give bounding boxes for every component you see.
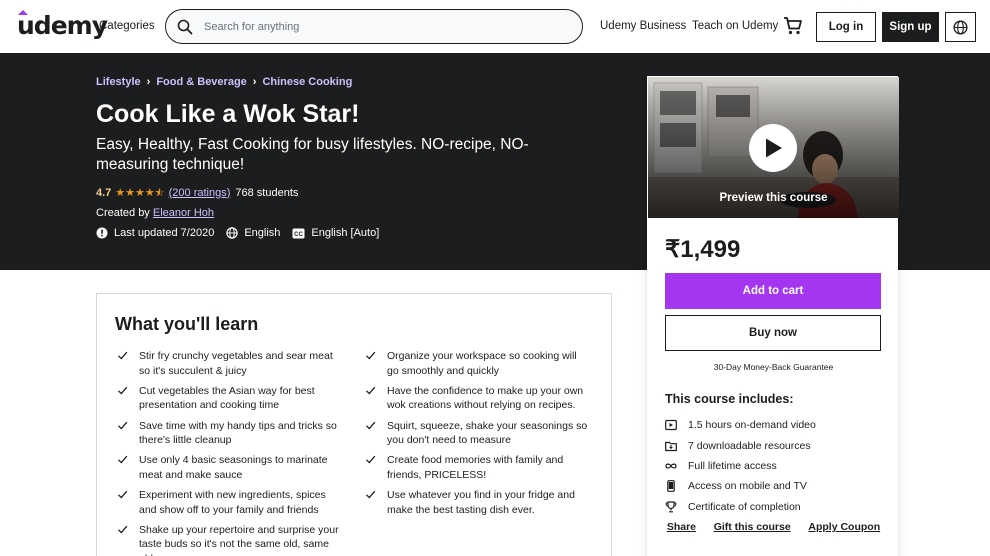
learn-item: Cut vegetables the Asian way for best pr… xyxy=(115,384,341,419)
udemy-logo[interactable]: udemy xyxy=(17,10,108,40)
check-icon xyxy=(118,421,128,430)
learn-list-right: Organize your workspace so cooking will … xyxy=(363,349,589,523)
includes-item: Certificate of completion xyxy=(665,497,816,517)
includes-item: Access on mobile and TV xyxy=(665,476,816,496)
add-to-cart-button[interactable]: Add to cart xyxy=(665,273,881,309)
search-bar[interactable] xyxy=(165,9,583,44)
logo-text: udemy xyxy=(17,11,108,40)
check-icon xyxy=(366,456,376,464)
check-icon xyxy=(366,490,376,499)
captions-info: CC English [Auto] xyxy=(292,227,379,239)
trophy-icon xyxy=(665,501,677,513)
check-icon xyxy=(118,386,128,395)
learn-item: Use whatever you find in your fridge and… xyxy=(363,488,589,523)
alert-badge-icon xyxy=(96,227,108,239)
learn-item: Have the confidence to make up your own … xyxy=(363,384,589,419)
play-button[interactable] xyxy=(749,124,797,172)
search-icon[interactable] xyxy=(177,19,193,35)
includes-item: 7 downloadable resources xyxy=(665,435,816,455)
includes-item: Full lifetime access xyxy=(665,456,816,476)
last-updated: Last updated 7/2020 xyxy=(96,227,214,239)
buy-now-button[interactable]: Buy now xyxy=(665,315,881,351)
check-icon xyxy=(366,386,376,395)
learn-item: Organize your workspace so cooking will … xyxy=(363,349,589,384)
udemy-business-link[interactable]: Udemy Business xyxy=(600,20,686,32)
students-count: 768 students xyxy=(235,186,299,199)
breadcrumb: Lifestyle › Food & Beverage › Chinese Co… xyxy=(96,76,352,88)
login-button[interactable]: Log in xyxy=(816,12,876,42)
check-icon xyxy=(118,525,128,534)
created-by-label: Created by xyxy=(96,207,150,219)
gift-course-link[interactable]: Gift this course xyxy=(714,521,791,533)
check-icon xyxy=(118,351,128,360)
learn-item: Create food memories with family and fri… xyxy=(363,453,589,488)
check-icon xyxy=(118,456,128,464)
includes-heading: This course includes: xyxy=(665,392,794,406)
course-meta: Last updated 7/2020 English CC English [… xyxy=(96,227,391,239)
apply-coupon-link[interactable]: Apply Coupon xyxy=(808,521,880,533)
includes-item: 1.5 hours on-demand video xyxy=(665,415,816,435)
what-youll-learn-box: What you'll learn Stir fry crunchy veget… xyxy=(96,293,612,556)
globe-icon xyxy=(226,227,239,239)
infinity-icon xyxy=(665,463,677,469)
course-price: ₹1,499 xyxy=(665,236,741,263)
closed-captions-icon: CC xyxy=(292,228,305,238)
check-icon xyxy=(366,351,376,360)
breadcrumb-chinese-cooking[interactable]: Chinese Cooking xyxy=(262,76,352,88)
share-link[interactable]: Share xyxy=(667,521,696,533)
breadcrumb-lifestyle[interactable]: Lifestyle xyxy=(96,76,141,88)
learn-list-left: Stir fry crunchy vegetables and sear mea… xyxy=(115,349,341,556)
breadcrumb-food-beverage[interactable]: Food & Beverage xyxy=(156,76,246,88)
learn-item: Save time with my handy tips and tricks … xyxy=(115,419,341,454)
preview-label: Preview this course xyxy=(719,192,828,204)
course-preview-video[interactable]: Preview this course xyxy=(648,77,899,218)
teach-on-udemy-link[interactable]: Teach on Udemy xyxy=(692,20,778,32)
learn-item: Squirt, squeeze, shake your seasonings s… xyxy=(363,419,589,454)
rating-row: 4.7 ★★★★☆★ (200 ratings) 768 students xyxy=(96,186,299,200)
mobile-icon xyxy=(667,480,675,493)
course-subtitle: Easy, Healthy, Fast Cooking for busy lif… xyxy=(96,136,529,173)
card-actions: Share Gift this course Apply Coupon xyxy=(648,521,899,533)
check-icon xyxy=(118,490,128,499)
rating-value: 4.7 xyxy=(96,186,112,199)
language-text: English xyxy=(244,227,281,239)
created-by: Created by Eleanor Hoh xyxy=(96,207,214,219)
categories-menu[interactable]: Categories xyxy=(99,20,155,32)
learn-item: Stir fry crunchy vegetables and sear mea… xyxy=(115,349,341,384)
check-icon xyxy=(366,421,376,430)
play-icon xyxy=(766,138,782,158)
signup-button[interactable]: Sign up xyxy=(882,12,939,42)
purchase-card: Preview this course ₹1,499 Add to cart B… xyxy=(647,76,899,556)
captions-text: English [Auto] xyxy=(311,227,380,239)
last-updated-text: Last updated 7/2020 xyxy=(114,227,215,239)
svg-text:CC: CC xyxy=(295,232,304,238)
instructor-link[interactable]: Eleanor Hoh xyxy=(153,207,214,219)
language-button[interactable] xyxy=(945,12,976,42)
chevron-right-icon: › xyxy=(252,76,257,88)
top-navbar: udemy Categories Udemy Business Teach on… xyxy=(0,0,990,53)
globe-icon xyxy=(953,19,968,35)
learn-item: Experiment with new ingredients, spices … xyxy=(115,488,341,523)
chevron-right-icon: › xyxy=(146,76,151,88)
folder-icon xyxy=(665,441,677,451)
search-input[interactable] xyxy=(204,18,564,35)
learn-item: Shake up your repertoire and surprise yo… xyxy=(115,523,341,556)
ratings-count-link[interactable]: (200 ratings) xyxy=(169,187,231,199)
video-icon xyxy=(665,420,677,431)
course-title: Cook Like a Wok Star! xyxy=(96,100,360,128)
money-back-guarantee: 30-Day Money-Back Guarantee xyxy=(713,362,834,372)
star-rating-icons: ★★★★☆★ xyxy=(115,187,165,199)
language-info: English xyxy=(226,227,280,239)
learn-item: Use only 4 basic seasonings to marinate … xyxy=(115,453,341,488)
learn-heading: What you'll learn xyxy=(115,314,259,334)
cart-icon[interactable] xyxy=(783,16,803,36)
includes-list: 1.5 hours on-demand video 7 downloadable… xyxy=(665,415,816,517)
